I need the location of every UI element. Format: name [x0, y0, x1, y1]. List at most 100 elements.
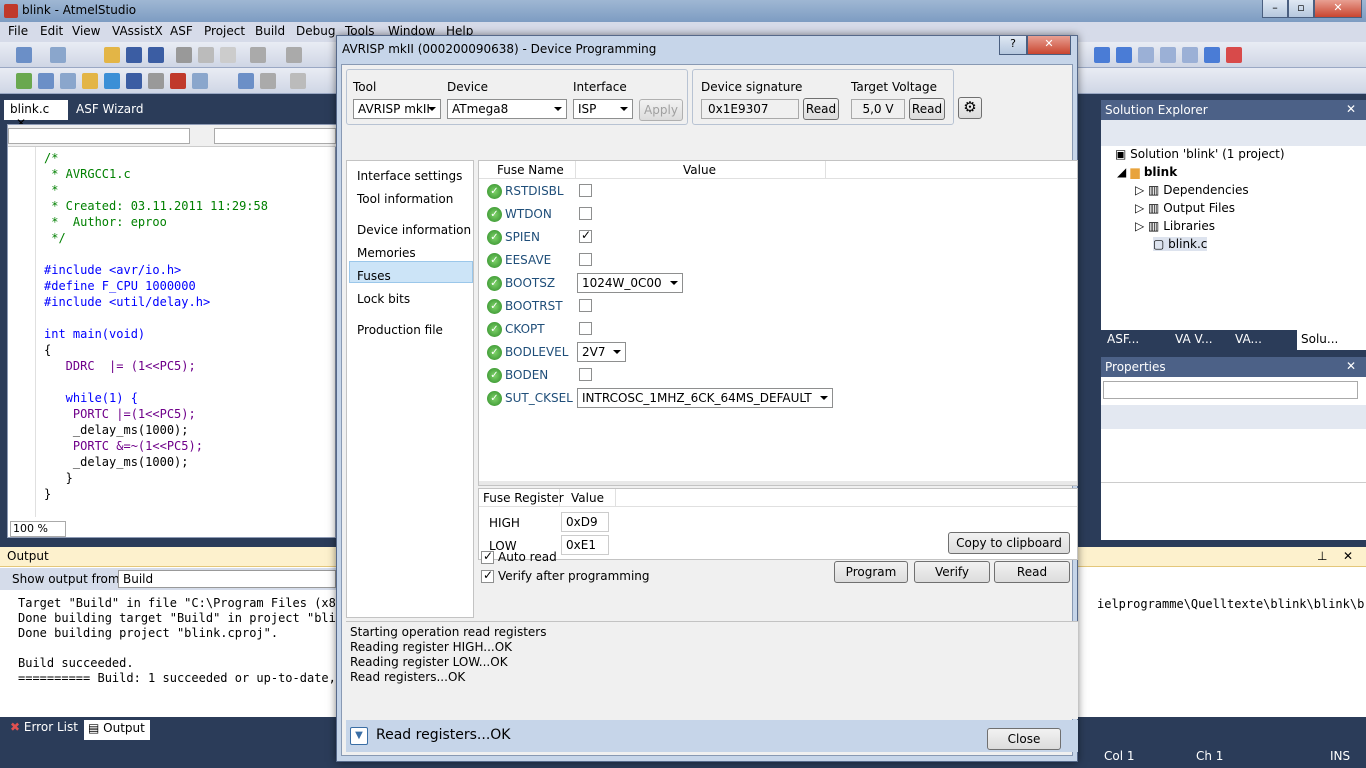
close-pane-icon[interactable]: ✕ [1343, 549, 1353, 563]
maximize-button[interactable]: ▫ [1288, 0, 1314, 18]
continue-icon[interactable] [290, 73, 306, 89]
read-button[interactable]: Read [994, 561, 1070, 583]
save-icon[interactable] [126, 47, 142, 63]
bookmark-toggle-icon[interactable] [1204, 47, 1220, 63]
stop-icon[interactable] [260, 73, 276, 89]
tab-error-list[interactable]: ✖ Error List [10, 720, 78, 734]
step-icon[interactable] [238, 73, 254, 89]
nav-tool-information[interactable]: Tool information [357, 192, 453, 206]
tab-output[interactable]: ▤ Output [84, 720, 150, 740]
menu-build[interactable]: Build [255, 24, 285, 38]
tab-solution[interactable]: Solu... [1297, 330, 1366, 350]
fuse-select[interactable]: INTRCOSC_1MHZ_6CK_64MS_DEFAULT [577, 388, 833, 408]
nav-production-file[interactable]: Production file [357, 323, 443, 337]
copy-to-clipboard-button[interactable]: Copy to clipboard [948, 532, 1070, 554]
expand-log-icon[interactable]: ▼ [350, 727, 368, 745]
add-item-icon[interactable] [50, 47, 66, 63]
register-low-field[interactable]: 0xE1 [561, 535, 609, 555]
fuse-select[interactable]: 1024W_0C00 [577, 273, 683, 293]
copy-icon[interactable] [198, 47, 214, 63]
undo-icon[interactable] [250, 47, 266, 63]
device-select[interactable]: ATmega8 [447, 99, 567, 119]
open-icon[interactable] [104, 47, 120, 63]
menu-view[interactable]: View [72, 24, 100, 38]
interface-select[interactable]: ISP [573, 99, 633, 119]
close-pane-icon[interactable]: ✕ [1346, 359, 1356, 373]
bookmark-doc-icon[interactable] [1182, 47, 1198, 63]
close-pane-icon[interactable]: ✕ [1346, 102, 1356, 116]
nav-fuses[interactable]: Fuses [357, 269, 391, 283]
bookmark-prev-icon[interactable] [1138, 47, 1154, 63]
nav-interface-settings[interactable]: Interface settings [357, 169, 462, 183]
nav-lock-bits[interactable]: Lock bits [357, 292, 410, 306]
program-button[interactable]: Program [834, 561, 908, 583]
output-files-node[interactable]: ▷ ▥ Output Files [1135, 201, 1235, 215]
menu-file[interactable]: File [8, 24, 28, 38]
menu-vassistx[interactable]: VAssistX [112, 24, 163, 38]
help-button[interactable]: ? [999, 36, 1027, 55]
fuse-checkbox[interactable] [579, 322, 592, 335]
close-window-button[interactable]: ✕ [1314, 0, 1362, 18]
settings-gear-icon[interactable]: ⚙ [958, 97, 982, 119]
menu-edit[interactable]: Edit [40, 24, 63, 38]
member-combo[interactable] [214, 128, 336, 144]
fuse-checkbox[interactable] [579, 299, 592, 312]
check-icon[interactable] [16, 73, 32, 89]
fuse-checkbox[interactable] [579, 184, 592, 197]
solution-node[interactable]: ▣ Solution 'blink' (1 project) [1115, 147, 1285, 161]
verify-after-checkbox[interactable] [481, 568, 494, 583]
save-all-icon[interactable] [148, 47, 164, 63]
redo-icon[interactable] [286, 47, 302, 63]
bookmark-next-icon[interactable] [1116, 47, 1132, 63]
scope-combo[interactable] [8, 128, 190, 144]
zoom-combo[interactable]: 100 % [10, 521, 66, 537]
menu-project[interactable]: Project [204, 24, 245, 38]
verify-button[interactable]: Verify [914, 561, 990, 583]
properties-object-combo[interactable] [1103, 381, 1358, 399]
clear-bookmarks-icon[interactable] [1226, 47, 1242, 63]
new-project-icon[interactable] [16, 47, 32, 63]
read-signature-button[interactable]: Read [803, 98, 839, 120]
find-icon[interactable] [104, 73, 120, 89]
tool-select[interactable]: AVRISP mkII [353, 99, 441, 119]
cut-icon[interactable] [176, 47, 192, 63]
code-editor[interactable]: /* * AVRGCC1.c * * Created: 03.11.2011 1… [7, 124, 337, 538]
fuse-checkbox[interactable] [579, 207, 592, 220]
braces-icon[interactable] [148, 73, 164, 89]
output-source-select[interactable]: Build [118, 570, 336, 588]
tab-blink-c[interactable]: blink.c ✕ [4, 100, 68, 130]
tab-va-view[interactable]: VA V... [1175, 332, 1213, 346]
build-icon[interactable] [38, 73, 54, 89]
menu-debug[interactable]: Debug [296, 24, 335, 38]
paste-icon[interactable] [220, 47, 236, 63]
read-voltage-button[interactable]: Read [909, 98, 945, 120]
close-button[interactable]: Close [987, 728, 1061, 750]
va-icon[interactable] [82, 73, 98, 89]
blink-c-node[interactable]: ▢ blink.c [1153, 237, 1208, 251]
apply-button[interactable]: Apply [639, 99, 683, 121]
dialog-close-icon[interactable]: ✕ [1027, 36, 1071, 55]
fuse-select[interactable]: 2V7 [577, 342, 627, 362]
minimize-button[interactable]: – [1262, 0, 1288, 18]
nav-device-information[interactable]: Device information [357, 223, 471, 237]
dependencies-node[interactable]: ▷ ▥ Dependencies [1135, 183, 1249, 197]
tab-va[interactable]: VA... [1235, 332, 1262, 346]
comment-icon[interactable] [192, 73, 208, 89]
pin-icon[interactable]: ⊥ [1317, 549, 1327, 563]
rebuild-icon[interactable] [60, 73, 76, 89]
bookmark-folder-icon[interactable] [1160, 47, 1176, 63]
fuse-checkbox[interactable] [579, 228, 592, 243]
fuse-checkbox[interactable] [579, 253, 592, 266]
register-high-field[interactable]: 0xD9 [561, 512, 609, 532]
tab-asf[interactable]: ASF... [1107, 332, 1139, 346]
bookmark-icon[interactable] [1094, 47, 1110, 63]
spell-icon[interactable] [170, 73, 186, 89]
refresh-icon[interactable] [126, 73, 142, 89]
nav-memories[interactable]: Memories [357, 246, 416, 260]
fuse-checkbox[interactable] [579, 368, 592, 381]
libraries-node[interactable]: ▷ ▥ Libraries [1135, 219, 1215, 233]
tab-asf-wizard[interactable]: ASF Wizard [70, 100, 150, 120]
auto-read-checkbox[interactable] [481, 549, 494, 564]
project-node[interactable]: ◢ ▆ blink [1117, 165, 1177, 179]
fuse-splitter[interactable] [479, 481, 1077, 485]
